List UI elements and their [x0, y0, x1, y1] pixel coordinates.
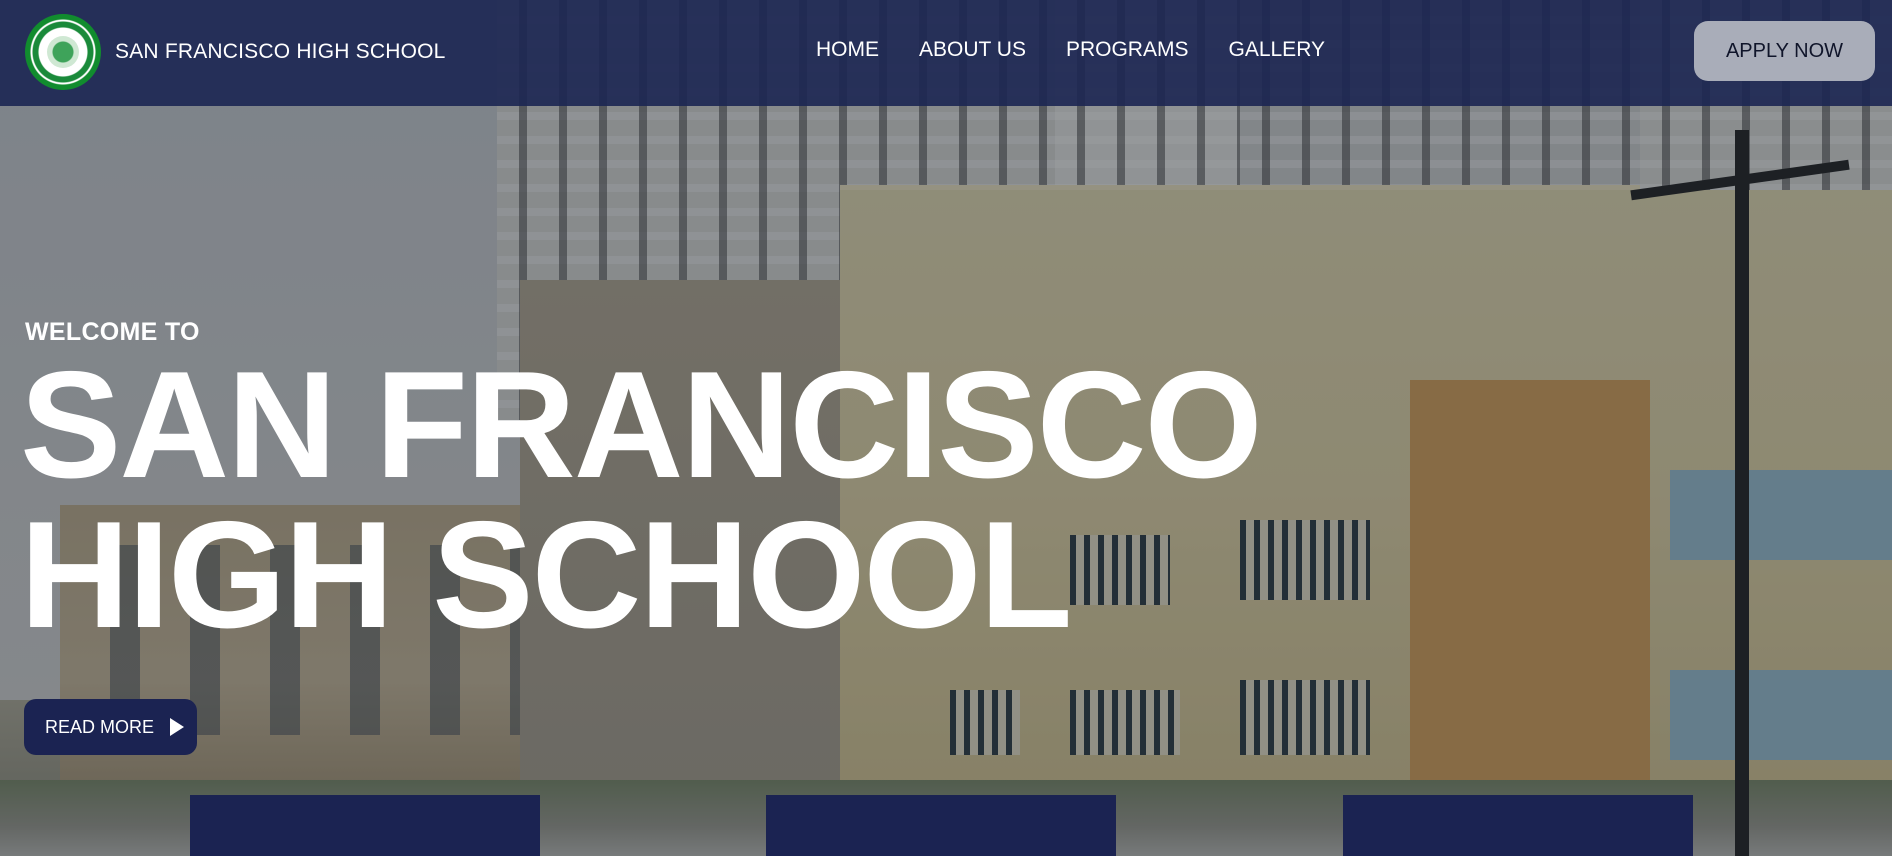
school-name: SAN FRANCISCO HIGH SCHOOL	[115, 40, 446, 63]
read-more-label: READ MORE	[45, 716, 155, 737]
nav-programs[interactable]: PROGRAMS	[1066, 38, 1189, 62]
apply-now-button[interactable]: APPLY NOW	[1694, 21, 1875, 81]
nav-home[interactable]: HOME	[816, 38, 879, 62]
hero-title-line-1: SAN FRANCISCO	[20, 340, 1263, 510]
feature-card[interactable]	[190, 795, 540, 856]
play-icon	[170, 718, 185, 736]
top-navbar: SAN FRANCISCO HIGH SCHOOL HOME ABOUT US …	[0, 0, 1892, 106]
nav-links: HOME ABOUT US PROGRAMS GALLERY	[816, 38, 1325, 62]
nav-about-us[interactable]: ABOUT US	[919, 38, 1026, 62]
feature-card[interactable]	[766, 795, 1116, 856]
feature-card[interactable]	[1343, 795, 1693, 856]
brand-home-link[interactable]: SAN FRANCISCO HIGH SCHOOL	[25, 14, 446, 90]
nav-gallery[interactable]: GALLERY	[1228, 38, 1325, 62]
school-seal-icon	[25, 14, 101, 90]
read-more-button[interactable]: READ MORE	[24, 699, 197, 755]
hero-title-line-2: HIGH SCHOOL	[20, 490, 1072, 660]
hero-title: SAN FRANCISCO HIGH SCHOOL	[20, 340, 1263, 660]
